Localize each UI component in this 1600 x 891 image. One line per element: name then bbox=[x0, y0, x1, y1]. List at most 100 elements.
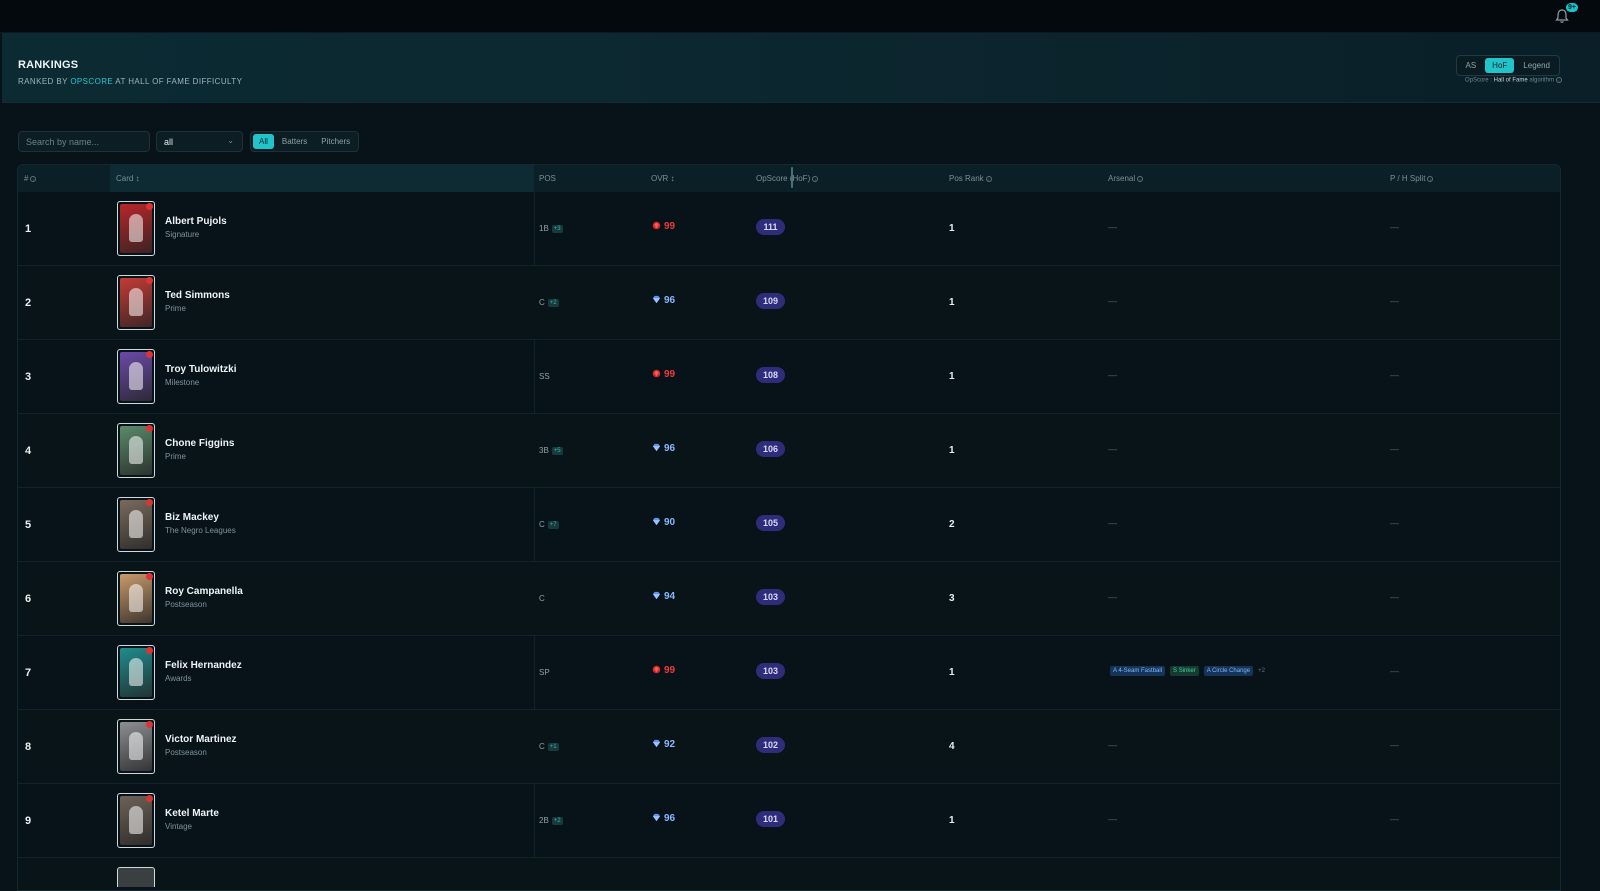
split-value: — bbox=[1390, 444, 1399, 454]
ovr-value: 96 bbox=[664, 443, 676, 454]
card-thumbnail[interactable] bbox=[117, 201, 155, 256]
ovr-value: 99 bbox=[664, 221, 676, 232]
secondary-positions-chip[interactable]: +7 bbox=[547, 521, 559, 529]
pitch-grade: S bbox=[1173, 668, 1178, 674]
primary-position: 2B bbox=[539, 816, 549, 825]
table-row-partial[interactable] bbox=[18, 858, 1560, 890]
pitch-grade: A bbox=[1206, 668, 1211, 674]
subtitle-accent[interactable]: OPSCORE bbox=[70, 77, 113, 86]
card-thumbnail[interactable] bbox=[117, 867, 155, 887]
info-icon[interactable]: i bbox=[30, 175, 37, 182]
player-name[interactable]: Ted Simmons bbox=[165, 290, 230, 301]
position-value: 3B +5 bbox=[539, 446, 563, 455]
player-name[interactable]: Roy Campanella bbox=[165, 586, 243, 597]
card-thumbnail[interactable] bbox=[117, 571, 155, 626]
subtitle-prefix: RANKED BY bbox=[18, 77, 71, 86]
player-name[interactable]: Chone Figgins bbox=[165, 438, 234, 449]
table-row[interactable]: 1 Albert Pujols Signature 1B +3 99 111 1— — bbox=[18, 192, 1560, 266]
info-icon[interactable]: i bbox=[1427, 175, 1434, 182]
info-icon[interactable]: i bbox=[985, 175, 992, 182]
opscore-pill: 108 bbox=[756, 367, 785, 383]
difficulty-option-legend[interactable]: Legend bbox=[1516, 58, 1557, 73]
position-select-value: all bbox=[164, 137, 174, 147]
player-name[interactable]: Victor Martinez bbox=[165, 734, 237, 745]
opscore-pill: 109 bbox=[756, 293, 785, 309]
info-icon[interactable]: i bbox=[1137, 175, 1144, 182]
split-value: — bbox=[1390, 518, 1399, 528]
card-thumbnail[interactable] bbox=[117, 275, 155, 330]
col-pos-label: POS bbox=[539, 174, 556, 183]
diamond-tier-icon bbox=[652, 739, 661, 748]
secondary-positions-chip[interactable]: +2 bbox=[551, 817, 563, 825]
segment-batters[interactable]: Batters bbox=[276, 134, 313, 149]
table-row[interactable]: 7 Felix Hernandez Awards SP 99 103 1 A 4-Seam F… bbox=[18, 636, 1560, 710]
pos-rank-value: 1 bbox=[949, 445, 955, 456]
pitch-tag[interactable]: A 4-Seam Fastball bbox=[1110, 666, 1166, 676]
card-thumbnail[interactable] bbox=[117, 719, 155, 774]
secondary-positions-chip[interactable]: +1 bbox=[547, 743, 559, 751]
card-series: Postseason bbox=[165, 600, 207, 609]
col-pos-header[interactable]: POS bbox=[539, 174, 556, 183]
card-badge-icon bbox=[146, 277, 153, 284]
ovr-rating: 96 bbox=[652, 443, 675, 454]
arsenal-value: — bbox=[1108, 592, 1117, 602]
pitch-name: Sinker bbox=[1178, 668, 1196, 674]
table-row[interactable]: 2 Ted Simmons Prime C +2 96 109 1 — — bbox=[18, 266, 1560, 340]
table-row[interactable]: 9 Ketel Marte Vintage 2B +2 96 101 1 — — bbox=[18, 784, 1560, 858]
player-name[interactable]: Albert Pujols bbox=[165, 216, 227, 227]
table-row[interactable]: 6 Roy Campanella Postseason C 94 103 3 — — bbox=[18, 562, 1560, 636]
pitch-tag[interactable]: A Circle Change bbox=[1203, 666, 1254, 676]
info-icon[interactable]: i bbox=[812, 175, 819, 182]
opscore-pill: 106 bbox=[756, 441, 785, 457]
difficulty-option-hof[interactable]: HoF bbox=[1485, 58, 1515, 73]
col-split-header[interactable]: P / H Split i bbox=[1390, 174, 1434, 183]
pitch-tag[interactable]: S Sinker bbox=[1170, 666, 1199, 676]
col-ovr-header[interactable]: OVR ↕ bbox=[651, 174, 675, 183]
rank-value: 1 bbox=[25, 223, 32, 235]
info-icon[interactable]: i bbox=[1556, 77, 1562, 83]
table-row[interactable]: 8 Victor Martinez Postseason C +1 92 102 4 — — bbox=[18, 710, 1560, 784]
player-name[interactable]: Felix Hernandez bbox=[165, 660, 242, 671]
arsenal-value: — bbox=[1108, 814, 1117, 824]
col-card-header[interactable]: Card ↕ bbox=[116, 174, 140, 183]
player-figure bbox=[129, 584, 143, 612]
opscore-pill: 103 bbox=[756, 663, 785, 679]
arsenal-value: — bbox=[1108, 296, 1117, 306]
card-thumbnail[interactable] bbox=[117, 423, 155, 478]
secondary-positions-chip[interactable]: +3 bbox=[551, 225, 563, 233]
card-thumbnail[interactable] bbox=[117, 349, 155, 404]
ovr-rating: 96 bbox=[652, 813, 675, 824]
more-pitches[interactable]: +2 bbox=[1258, 668, 1265, 674]
table-row[interactable]: 4 Chone Figgins Prime 3B +5 96 106 1 — — bbox=[18, 414, 1560, 488]
arsenal-value: — bbox=[1108, 222, 1117, 232]
split-value: — bbox=[1390, 740, 1399, 750]
difficulty-option-as[interactable]: AS bbox=[1459, 58, 1484, 73]
col-arsenal-header[interactable]: Arsenal i bbox=[1108, 174, 1144, 183]
col-opscore-header[interactable]: OpScore (HoF) i bbox=[756, 174, 819, 183]
rank-value: 4 bbox=[25, 445, 32, 457]
rankings-table: # i Card ↕ POS OVR ↕ OpScore (HoF) i Pos R… bbox=[17, 164, 1561, 891]
secondary-positions-chip[interactable]: +5 bbox=[551, 447, 563, 455]
search-input[interactable] bbox=[18, 131, 150, 152]
segment-all[interactable]: All bbox=[253, 134, 274, 149]
secondary-positions-chip[interactable]: +2 bbox=[547, 299, 559, 307]
card-thumbnail[interactable] bbox=[117, 645, 155, 700]
card-thumbnail[interactable] bbox=[117, 497, 155, 552]
player-name[interactable]: Ketel Marte bbox=[165, 808, 219, 819]
card-thumbnail[interactable] bbox=[117, 793, 155, 848]
table-row[interactable]: 3 Troy Tulowitzki Milestone SS 99 108 1 — — bbox=[18, 340, 1560, 414]
table-row[interactable]: 5 Biz Mackey The Negro Leagues C +7 90 105 2 — — bbox=[18, 488, 1560, 562]
player-name[interactable]: Troy Tulowitzki bbox=[165, 364, 236, 375]
segment-pitchers[interactable]: Pitchers bbox=[315, 134, 356, 149]
player-figure bbox=[129, 658, 143, 686]
position-select[interactable]: all ⌄ bbox=[156, 131, 243, 152]
col-posrank-header[interactable]: Pos Rank i bbox=[949, 174, 992, 183]
player-name[interactable]: Biz Mackey bbox=[165, 512, 219, 523]
col-rank-header[interactable]: # i bbox=[24, 174, 37, 183]
col-posrank-label: Pos Rank bbox=[949, 174, 984, 183]
opscore-pill: 102 bbox=[756, 737, 785, 753]
column-resize-handle[interactable] bbox=[791, 167, 793, 188]
card-series: Prime bbox=[165, 304, 186, 313]
ovr-rating: 99 bbox=[652, 665, 675, 676]
pitch-grade: A bbox=[1113, 668, 1117, 674]
